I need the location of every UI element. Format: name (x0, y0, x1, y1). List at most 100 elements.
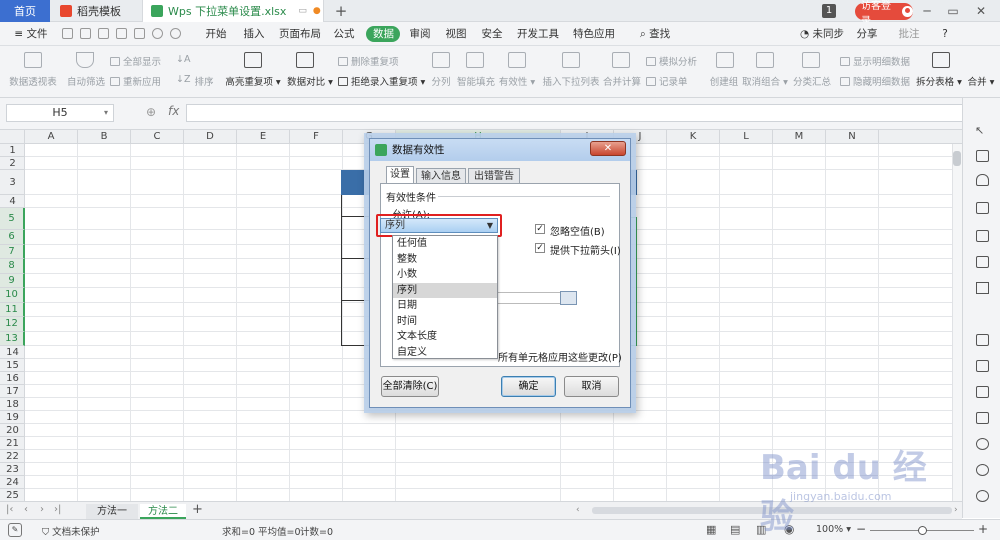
menu-page-layout[interactable]: 页面布局 (276, 26, 324, 42)
split-table-button[interactable]: 拆分表格 ▾ (914, 74, 964, 88)
name-box[interactable]: H5 (6, 104, 114, 122)
restore-button[interactable]: ▭ (944, 2, 962, 20)
comment-button[interactable]: 批注 (892, 26, 926, 42)
row-header-13[interactable]: 13 (0, 331, 25, 346)
column-header-b[interactable]: B (78, 130, 131, 144)
data-compare-button[interactable]: 数据对比 ▾ (284, 74, 336, 88)
row-header-2[interactable]: 2 (0, 157, 25, 170)
row-header-14[interactable]: 14 (0, 346, 25, 359)
dialog-close-button[interactable]: ✕ (590, 141, 626, 156)
menu-search[interactable]: ⌕ 查找 (630, 26, 680, 42)
dropdown-option[interactable]: 文本长度 (393, 329, 497, 345)
row-header-22[interactable]: 22 (0, 450, 25, 463)
normal-view-icon[interactable]: ▦ (706, 523, 716, 536)
dropdown-option[interactable]: 任何值 (393, 236, 497, 252)
tab-error-alert[interactable]: 出错警告 (468, 168, 520, 184)
column-header-e[interactable]: E (237, 130, 290, 144)
row-header-10[interactable]: 10 (0, 288, 25, 303)
dropdown-option[interactable]: 小数 (393, 267, 497, 283)
minimize-button[interactable]: ─ (918, 2, 936, 20)
tab-template[interactable]: 稻壳模板 (52, 0, 138, 22)
archive-icon[interactable] (976, 386, 989, 398)
style-icon[interactable] (976, 150, 989, 162)
new-tab-button[interactable]: + (330, 0, 352, 22)
sync-status[interactable]: ◔ 未同步 (798, 26, 846, 42)
column-header-a[interactable]: A (25, 130, 78, 144)
share-button[interactable]: 分享 (850, 26, 884, 42)
reapply-button[interactable]: 重新应用 (110, 74, 161, 88)
menu-security[interactable]: 安全 (476, 26, 508, 42)
merge-table-button[interactable]: 合并 ▾ (966, 74, 996, 88)
sort-button[interactable]: 排序 (192, 74, 216, 88)
open-icon[interactable] (80, 28, 91, 39)
simulate-button[interactable]: 模拟分析 (646, 54, 697, 68)
undo-icon[interactable] (152, 28, 163, 39)
show-detail-button[interactable]: 显示明细数据 (840, 54, 910, 68)
create-group-button[interactable]: 创建组 (706, 74, 742, 88)
subtotal-button[interactable]: 分类汇总 (792, 74, 832, 88)
export-icon[interactable] (976, 360, 989, 372)
row-header-5[interactable]: 5 (0, 208, 25, 230)
fx-icon[interactable]: fx (168, 104, 179, 118)
menu-special[interactable]: 特色应用 (570, 26, 618, 42)
dropdown-option[interactable]: 序列 (393, 282, 497, 298)
split-column-button[interactable]: 分列 (424, 74, 458, 88)
smart-fill-button[interactable]: 智能填充 (456, 74, 496, 88)
format-painter-icon[interactable] (134, 28, 145, 39)
redo-icon[interactable] (170, 28, 181, 39)
guest-login-button[interactable]: 访客登录 (855, 1, 913, 27)
delete-duplicates-button[interactable]: 删除重复项 (338, 54, 399, 68)
add-sheet-button[interactable]: + (192, 502, 203, 517)
print-icon[interactable] (98, 28, 109, 39)
ok-button[interactable]: 确定 (501, 376, 556, 397)
shape-icon[interactable] (976, 282, 989, 294)
row-header-7[interactable]: 7 (0, 244, 25, 259)
next-sheet-icon[interactable]: › (40, 504, 44, 515)
document-icon[interactable] (976, 412, 989, 424)
dropdown-option[interactable]: 自定义 (393, 345, 497, 361)
help-button[interactable]: ? (938, 26, 952, 42)
menu-review[interactable]: 审阅 (404, 26, 436, 42)
row-header-9[interactable]: 9 (0, 273, 25, 288)
row-header-1[interactable]: 1 (0, 144, 25, 157)
provide-dropdown-checkbox[interactable]: ✓ (535, 243, 545, 253)
ignore-blank-checkbox[interactable]: ✓ (535, 224, 545, 234)
apply-all-label[interactable]: 所有单元格应用这些更改(P) (498, 349, 622, 364)
monitor-icon[interactable]: ▭ (298, 6, 307, 16)
column-header-l[interactable]: L (720, 130, 773, 144)
menu-developer[interactable]: 开发工具 (514, 26, 562, 42)
first-sheet-icon[interactable]: |‹ (6, 504, 13, 515)
last-sheet-icon[interactable]: ›| (54, 504, 61, 515)
vertical-scroll-thumb[interactable] (953, 151, 961, 166)
tab-home[interactable]: 首页 (0, 0, 50, 22)
backup-icon[interactable] (976, 334, 989, 346)
column-header-f[interactable]: F (290, 130, 343, 144)
page-count-badge[interactable]: 1 (822, 4, 836, 18)
table-icon[interactable] (976, 202, 989, 214)
source-input[interactable] (498, 292, 562, 304)
pivot-table-button[interactable]: 数据透视表 (4, 74, 62, 88)
sort-za-icon[interactable]: ↓Z (176, 74, 190, 85)
menu-start[interactable]: 开始 (200, 26, 232, 42)
row-header-25[interactable]: 25 (0, 489, 25, 501)
settings-icon[interactable] (976, 464, 989, 476)
cancel-button[interactable]: 取消 (564, 376, 619, 397)
scroll-left-icon[interactable]: ‹ (576, 505, 580, 515)
row-header-23[interactable]: 23 (0, 463, 25, 476)
clear-all-button[interactable]: 全部清除(C) (381, 376, 439, 397)
column-header-d[interactable]: D (184, 130, 237, 144)
formula-input[interactable] (186, 104, 966, 122)
sheet-tab[interactable]: 方法一 (86, 504, 138, 519)
chevron-down-icon[interactable]: ▾ (104, 104, 114, 122)
sheet-tab-active[interactable]: 方法二 (140, 504, 186, 519)
save-icon[interactable] (62, 28, 73, 39)
row-header-17[interactable]: 17 (0, 385, 25, 398)
apps-icon[interactable] (976, 230, 989, 242)
menu-view[interactable]: 视图 (440, 26, 472, 42)
tab-settings[interactable]: 设置 (386, 166, 414, 184)
highlight-duplicates-button[interactable]: 高亮重复项 ▾ (224, 74, 282, 88)
dropdown-option[interactable]: 日期 (393, 298, 497, 314)
protect-status[interactable]: ⛉ 文档未保护 (42, 524, 100, 538)
menu-file[interactable]: ≡ 文件 (8, 26, 54, 42)
row-header-16[interactable]: 16 (0, 372, 25, 385)
